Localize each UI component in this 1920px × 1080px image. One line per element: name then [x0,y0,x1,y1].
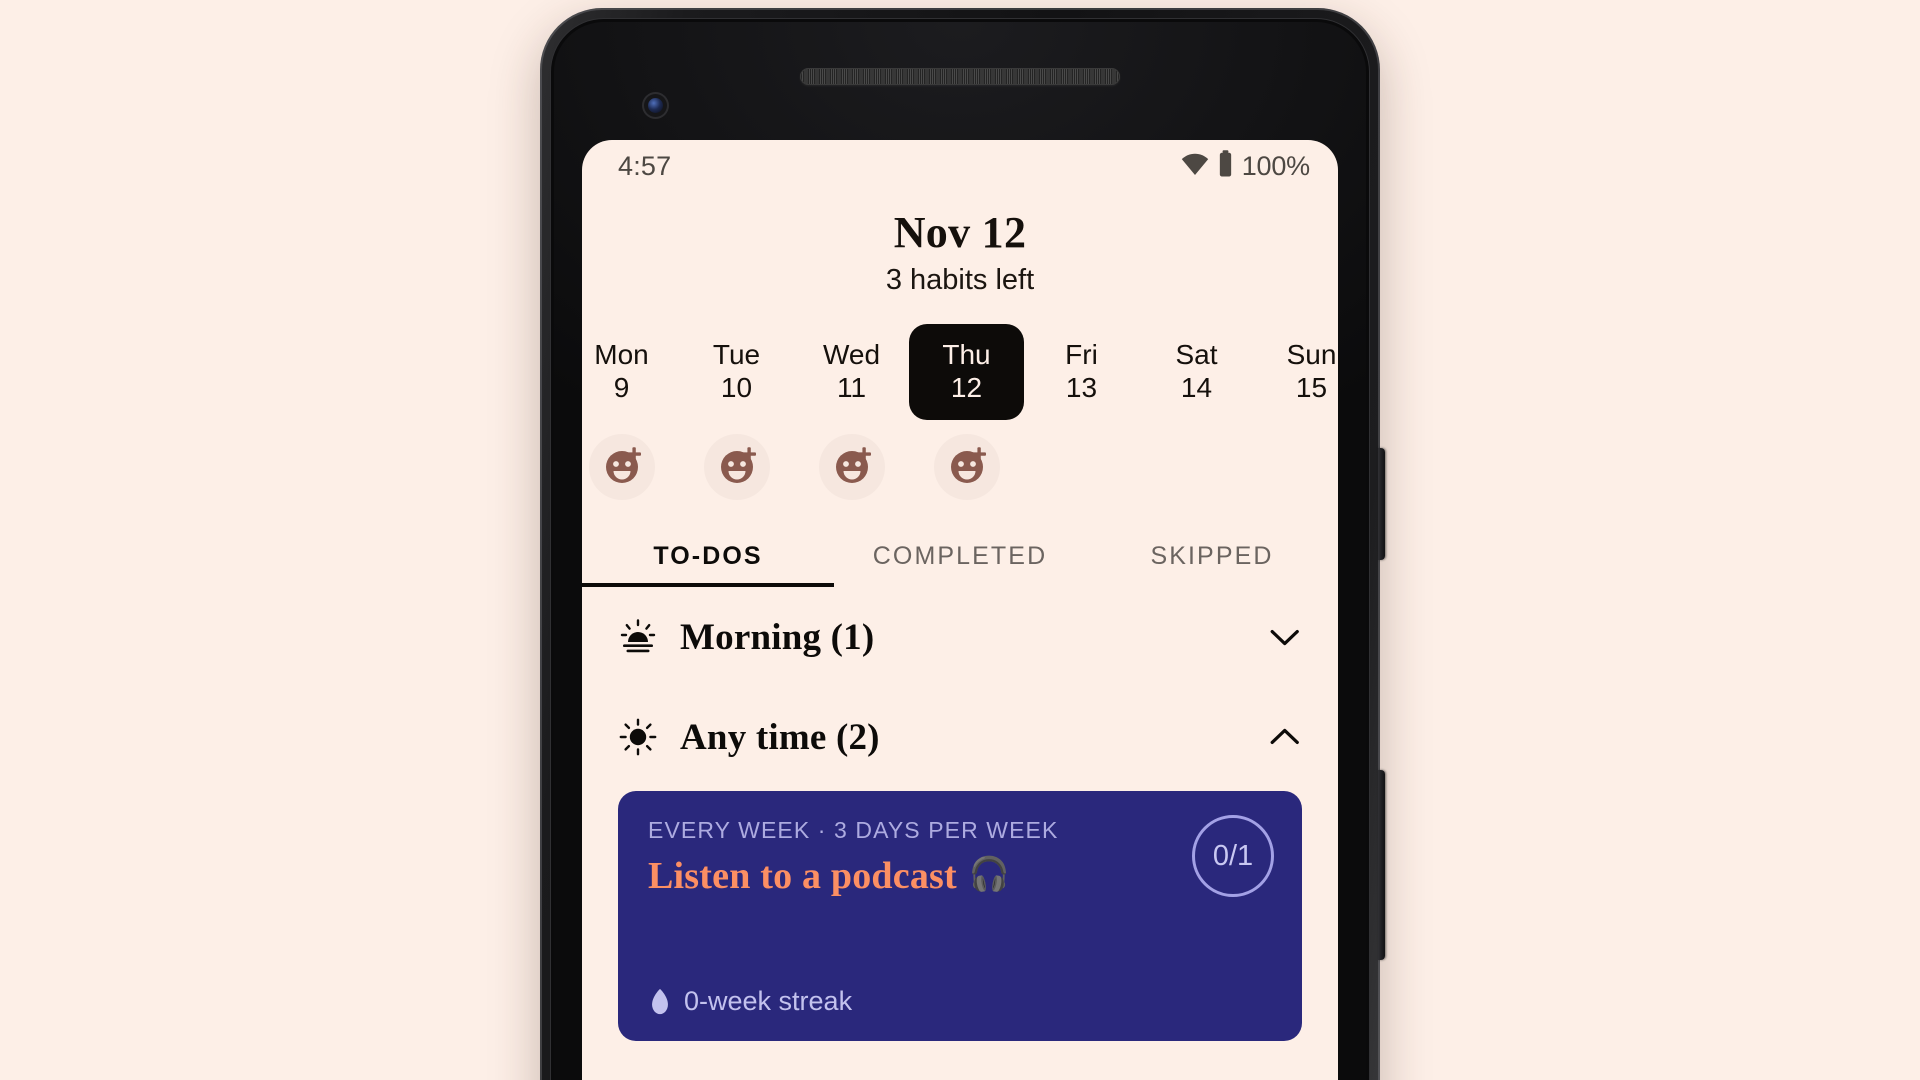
mood-row [582,430,1338,504]
day-number-label: 12 [950,372,983,404]
volume-rocker[interactable] [1378,770,1385,960]
habit-progress-badge[interactable]: 0/1 [1192,815,1274,898]
wifi-icon [1181,153,1209,180]
section-title: Morning (1) [680,616,875,658]
habit-title-text: Listen to a podcast [648,854,957,897]
status-bar: 4:57 100% [582,140,1338,192]
section-header-morning[interactable]: Morning (1) [582,587,1338,687]
mood-cell [679,430,794,504]
sunrise-icon [620,619,656,653]
day-cell-fri[interactable]: Fri 13 [1024,324,1139,420]
day-name-label: Sun [1286,339,1337,371]
day-number-label: 11 [836,372,867,404]
flame-icon [648,988,672,1016]
chevron-up-icon [1270,728,1299,745]
day-cell-mon[interactable]: Mon 9 [582,324,679,420]
section-title: Any time (2) [680,716,880,758]
tab-completed[interactable]: COMPLETED [834,528,1086,587]
habits-left-subtitle: 3 habits left [885,264,1035,297]
day-cell-sun[interactable]: Sun 15 [1254,324,1338,420]
app-header: Nov 12 3 habits left [582,192,1338,298]
habit-streak: 0-week streak [648,986,852,1017]
add-mood-button[interactable] [703,434,770,501]
day-number-label: 13 [1065,372,1098,404]
sunrise-icon [618,617,658,657]
day-cell-tue[interactable]: Tue 10 [679,324,794,420]
day-cell-sat[interactable]: Sat 14 [1139,324,1254,420]
habit-title: Listen to a podcast 🎧 [648,854,1272,898]
add-mood-button[interactable] [588,434,655,501]
tab-skipped[interactable]: SKIPPED [1086,528,1338,587]
add-mood-face-icon [605,447,641,484]
add-mood-face-icon [835,447,871,484]
add-mood-button[interactable] [818,434,885,501]
week-strip: Mon 9 Tue 10 Wed 11 Thu 12 Fri 13 Sat 14 Sun 15 [582,324,1338,421]
habit-frequency-label: EVERY WEEK · 3 DAYS PER WEEK [648,817,1059,844]
chevron-down-icon[interactable] [1268,620,1302,654]
day-name-label: Thu [942,339,991,371]
phone-device: 4:57 100% Nov 12 3 habits left Mon 9 Tue… [540,8,1385,1080]
front-camera [642,92,669,119]
week-strip-track[interactable]: Mon 9 Tue 10 Wed 11 Thu 12 Fri 13 Sat 14 Sun 15 [582,324,1338,421]
day-name-label: Mon [594,339,649,371]
habit-card[interactable]: EVERY WEEK · 3 DAYS PER WEEK Listen to a … [618,791,1302,1042]
sun-icon [619,718,657,756]
mood-cell [794,430,909,504]
battery-icon [1218,150,1233,182]
mood-cell [582,430,679,504]
day-name-label: Fri [1065,339,1098,371]
status-bar-time: 4:57 [618,150,672,181]
page-title: Nov 12 [893,208,1027,257]
battery-percent-label: 100% [1241,150,1310,181]
day-name-label: Wed [822,339,881,371]
day-number-label: 14 [1180,372,1213,404]
chevron-up-icon[interactable] [1268,720,1302,754]
mood-row-track [582,430,1024,504]
tab-bar: TO-DOS COMPLETED SKIPPED [582,528,1338,588]
flame-icon [652,988,668,1014]
habit-streak-label: 0-week streak [684,986,853,1017]
day-cell-wed[interactable]: Wed 11 [794,324,909,420]
headphones-icon: 🎧 [968,857,1011,894]
day-name-label: Tue [712,339,761,371]
add-mood-button[interactable] [933,434,1000,501]
habit-sections: Morning (1) Any time (2) EVERY WEEK · 3 … [582,587,1338,1042]
day-cell-thu[interactable]: Thu 12 [909,324,1024,421]
day-number-label: 10 [720,372,753,404]
power-button[interactable] [1378,448,1385,560]
app-screen: 4:57 100% Nov 12 3 habits left Mon 9 Tue… [582,140,1338,1080]
status-bar-indicators: 100% [1181,150,1310,182]
earpiece-speaker-grille [800,68,1120,85]
add-mood-face-icon [950,447,986,484]
add-mood-face-icon [720,447,756,484]
section-header-any-time[interactable]: Any time (2) [582,687,1338,787]
day-number-label: 15 [1295,372,1328,404]
tab-to-dos[interactable]: TO-DOS [582,528,834,588]
sun-icon [618,717,658,757]
chevron-down-icon [1270,630,1299,646]
day-name-label: Sat [1175,339,1218,371]
mood-cell [909,430,1024,504]
day-number-label: 9 [613,372,630,404]
